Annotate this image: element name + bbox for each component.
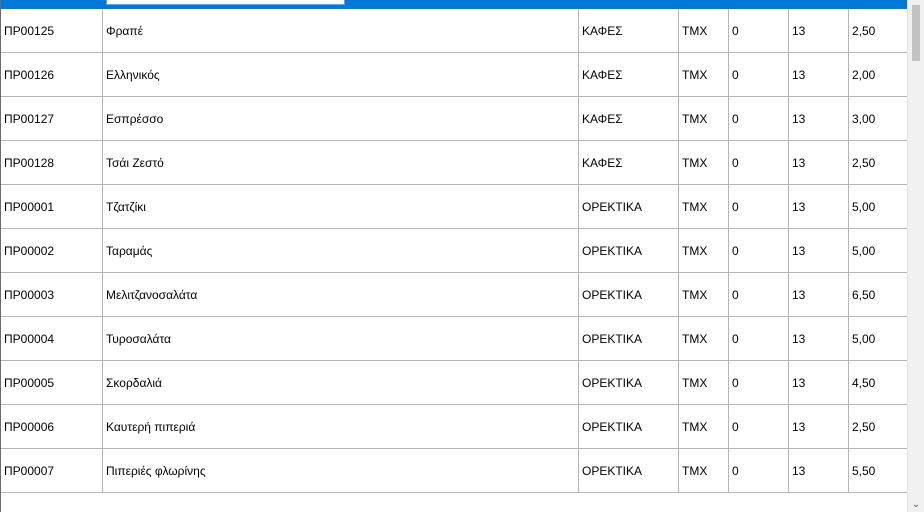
cell-category[interactable]: ΟΡΕΚΤΙΚΑ (579, 405, 679, 449)
cell-code[interactable]: ΠΡ00005 (1, 361, 103, 405)
cell-unit[interactable]: ΤΜΧ (679, 361, 729, 405)
scrollbar-thumb[interactable] (912, 5, 920, 61)
cell-category[interactable]: ΟΡΕΚΤΙΚΑ (579, 229, 679, 273)
cell-category[interactable]: ΚΑΦΕΣ (579, 97, 679, 141)
cell-unit[interactable]: ΤΜΧ (679, 53, 729, 97)
cell-code[interactable]: ΠΡ00006 (1, 405, 103, 449)
cell-stock[interactable]: 0 (729, 361, 789, 405)
cell-code[interactable]: ΠΡ00002 (1, 229, 103, 273)
cell-category[interactable]: ΟΡΕΚΤΙΚΑ (579, 185, 679, 229)
table-row[interactable]: ΠΡ00006 Καυτερή πιπεριά ΟΡΕΚΤΙΚΑ ΤΜΧ 0 13 2,50 (1, 405, 907, 449)
cell-category[interactable]: ΟΡΕΚΤΙΚΑ (579, 449, 679, 493)
cell-code[interactable]: ΠΡ00127 (1, 97, 103, 141)
cell-stock[interactable]: 0 (729, 53, 789, 97)
cell-unit[interactable]: ΤΜΧ (679, 317, 729, 361)
table-row[interactable]: ΠΡ00127 Εσπρέσσο ΚΑΦΕΣ ΤΜΧ 0 13 3,00 (1, 97, 907, 141)
cell-stock[interactable]: 0 (729, 9, 789, 53)
table-row[interactable]: ΠΡ00004 Τυροσαλάτα ΟΡΕΚΤΙΚΑ ΤΜΧ 0 13 5,00 (1, 317, 907, 361)
cell-stock[interactable]: 0 (729, 97, 789, 141)
cell-category[interactable]: ΟΡΕΚΤΙΚΑ (579, 317, 679, 361)
cell-price[interactable]: 5,50 (849, 449, 907, 493)
cell-code[interactable]: ΠΡ00125 (1, 9, 103, 53)
cell-vat[interactable]: 13 (789, 317, 849, 361)
cell-price[interactable]: 5,00 (849, 229, 907, 273)
cell-unit[interactable]: ΤΜΧ (679, 229, 729, 273)
cell-unit[interactable]: ΤΜΧ (679, 97, 729, 141)
cell-name[interactable]: Ταραμάς (103, 229, 579, 273)
table-row[interactable]: ΠΡ00125 Φραπέ ΚΑΦΕΣ ΤΜΧ 0 13 2,50 (1, 9, 907, 53)
cell-vat[interactable]: 13 (789, 53, 849, 97)
cell-name[interactable]: Τυροσαλάτα (103, 317, 579, 361)
cell-code[interactable]: ΠΡ00128 (1, 141, 103, 185)
cell-name[interactable]: Τζατζίκι (103, 185, 579, 229)
cell-category[interactable]: ΚΑΦΕΣ (579, 53, 679, 97)
cell-name[interactable]: Σκορδαλιά (103, 361, 579, 405)
cell-unit[interactable]: ΤΜΧ (679, 449, 729, 493)
cell-category[interactable]: ΟΡΕΚΤΙΚΑ (579, 361, 679, 405)
table-row[interactable]: ΠΡ00007 Πιπεριές φλωρίνης ΟΡΕΚΤΙΚΑ ΤΜΧ 0 13 5,… (1, 449, 907, 493)
cell-stock[interactable]: 0 (729, 405, 789, 449)
cell-price[interactable]: 3,00 (849, 97, 907, 141)
cell-category[interactable]: ΚΑΦΕΣ (579, 141, 679, 185)
cell-name[interactable]: Φραπέ (103, 9, 579, 53)
grid-rows: ΠΡ00125 Φραπέ ΚΑΦΕΣ ΤΜΧ 0 13 2,50 ΠΡ00126 Ελληνι… (1, 9, 907, 493)
cell-unit[interactable]: ΤΜΧ (679, 185, 729, 229)
cell-category[interactable]: ΚΑΦΕΣ (579, 9, 679, 53)
cell-stock[interactable]: 0 (729, 185, 789, 229)
cell-vat[interactable]: 13 (789, 361, 849, 405)
cell-code[interactable]: ΠΡ00003 (1, 273, 103, 317)
cell-price[interactable]: 2,00 (849, 53, 907, 97)
cell-name[interactable]: Πιπεριές φλωρίνης (103, 449, 579, 493)
table-row[interactable]: ΠΡ00128 Τσάι Ζεστό ΚΑΦΕΣ ΤΜΧ 0 13 2,50 (1, 141, 907, 185)
products-grid[interactable]: ΠΡ00125 Φραπέ ΚΑΦΕΣ ΤΜΧ 0 13 2,50 ΠΡ00126 Ελληνι… (0, 0, 907, 512)
cell-price[interactable]: 5,00 (849, 317, 907, 361)
cell-unit[interactable]: ΤΜΧ (679, 141, 729, 185)
cell-price[interactable]: 5,00 (849, 185, 907, 229)
table-row[interactable]: ΠΡ00126 Ελληνικός ΚΑΦΕΣ ΤΜΧ 0 13 2,00 (1, 53, 907, 97)
cell-name[interactable]: Εσπρέσσο (103, 97, 579, 141)
cell-edit-input[interactable] (106, 0, 345, 5)
cell-stock[interactable]: 0 (729, 449, 789, 493)
cell-vat[interactable]: 13 (789, 141, 849, 185)
cell-name[interactable]: Τσάι Ζεστό (103, 141, 579, 185)
cell-vat[interactable]: 13 (789, 185, 849, 229)
table-row[interactable]: ΠΡ00001 Τζατζίκι ΟΡΕΚΤΙΚΑ ΤΜΧ 0 13 5,00 (1, 185, 907, 229)
cell-code[interactable]: ΠΡ00126 (1, 53, 103, 97)
cell-name[interactable]: Καυτερή πιπεριά (103, 405, 579, 449)
cell-price[interactable]: 6,50 (849, 273, 907, 317)
cell-category[interactable]: ΟΡΕΚΤΙΚΑ (579, 273, 679, 317)
cell-stock[interactable]: 0 (729, 273, 789, 317)
cell-vat[interactable]: 13 (789, 229, 849, 273)
cell-code[interactable]: ΠΡ00004 (1, 317, 103, 361)
cell-vat[interactable]: 13 (789, 405, 849, 449)
cell-unit[interactable]: ΤΜΧ (679, 273, 729, 317)
cell-code[interactable]: ΠΡ00001 (1, 185, 103, 229)
cell-stock[interactable]: 0 (729, 317, 789, 361)
cell-price[interactable]: 4,50 (849, 361, 907, 405)
chevron-down-icon[interactable]: ⌄ (911, 500, 921, 510)
cell-name[interactable]: Ελληνικός (103, 53, 579, 97)
selected-row[interactable] (1, 0, 907, 9)
vertical-scrollbar[interactable]: ⌄ (907, 0, 924, 512)
cell-price[interactable]: 2,50 (849, 9, 907, 53)
cell-stock[interactable]: 0 (729, 141, 789, 185)
cell-vat[interactable]: 13 (789, 9, 849, 53)
table-row[interactable]: ΠΡ00005 Σκορδαλιά ΟΡΕΚΤΙΚΑ ΤΜΧ 0 13 4,50 (1, 361, 907, 405)
table-row[interactable]: ΠΡ00003 Μελιτζανοσαλάτα ΟΡΕΚΤΙΚΑ ΤΜΧ 0 13 6,50 (1, 273, 907, 317)
cell-price[interactable]: 2,50 (849, 141, 907, 185)
cell-unit[interactable]: ΤΜΧ (679, 405, 729, 449)
cell-name[interactable]: Μελιτζανοσαλάτα (103, 273, 579, 317)
table-row[interactable]: ΠΡ00002 Ταραμάς ΟΡΕΚΤΙΚΑ ΤΜΧ 0 13 5,00 (1, 229, 907, 273)
cell-price[interactable]: 2,50 (849, 405, 907, 449)
cell-unit[interactable]: ΤΜΧ (679, 9, 729, 53)
cell-vat[interactable]: 13 (789, 97, 849, 141)
cell-vat[interactable]: 13 (789, 449, 849, 493)
cell-vat[interactable]: 13 (789, 273, 849, 317)
cell-stock[interactable]: 0 (729, 229, 789, 273)
cell-code[interactable]: ΠΡ00007 (1, 449, 103, 493)
